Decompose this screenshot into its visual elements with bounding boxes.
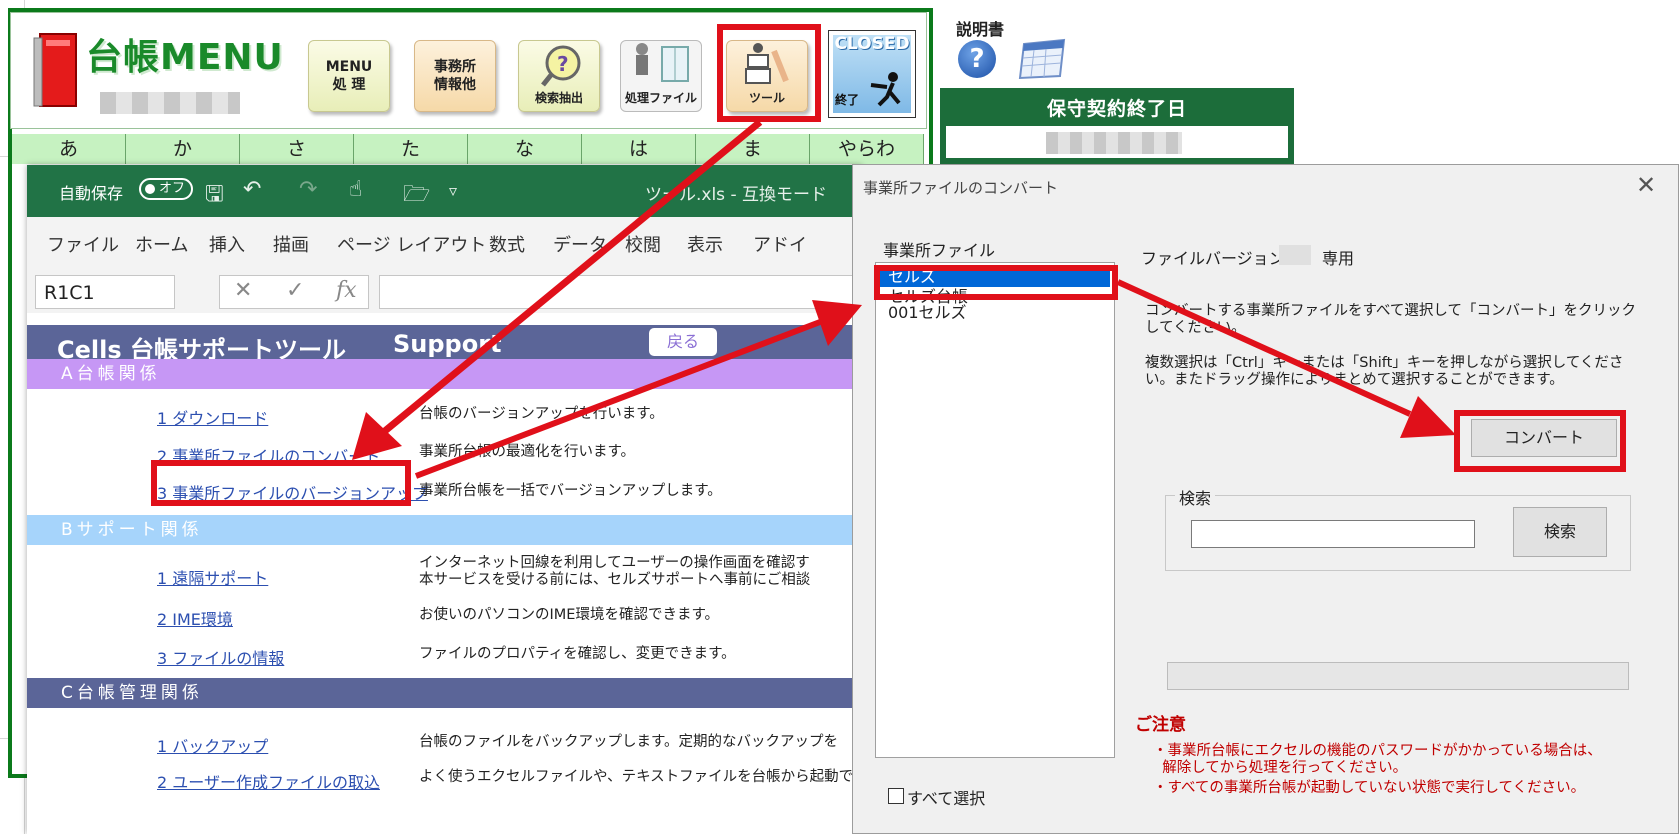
arrowhead-icon — [1400, 396, 1456, 438]
arrow-tools-to-link — [377, 119, 763, 438]
annotation-arrows — [352, 119, 1456, 479]
arrow-link-to-list — [414, 319, 822, 479]
arrow-list-to-convert — [1116, 279, 1412, 417]
